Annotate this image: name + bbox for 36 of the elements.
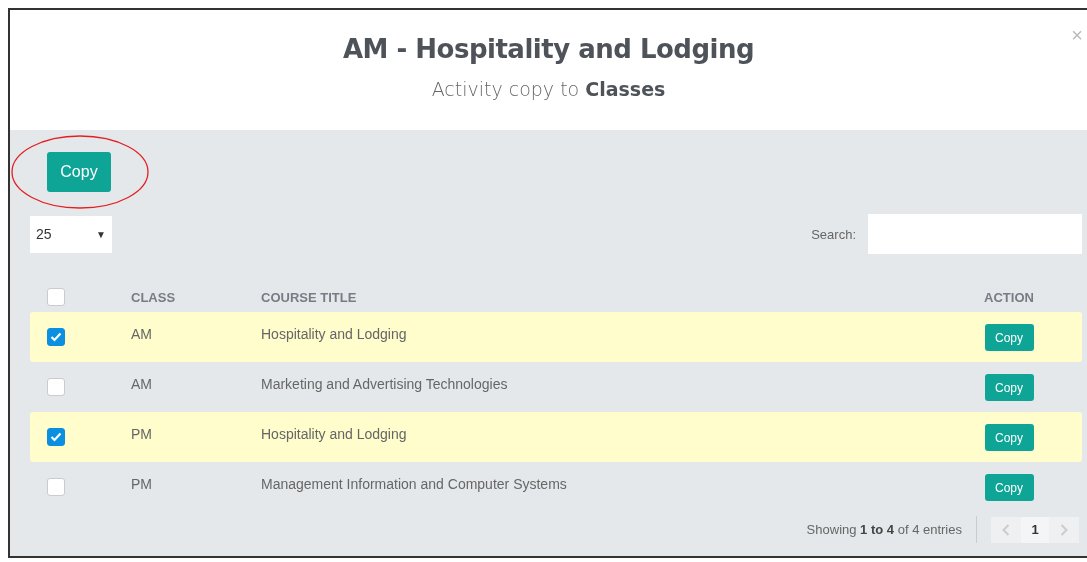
table-cell-text: PM [131,475,153,492]
page-button[interactable]: 1 [1021,516,1049,543]
modal-subtitle: Activity copy to Classes [431,78,666,100]
table-cell-text: PM [131,425,153,442]
next-page-icon[interactable] [1049,516,1079,543]
checkbox[interactable] [47,328,65,346]
search-field[interactable] [868,214,1082,254]
copy-button[interactable]: Copy [984,374,1034,401]
table-cell-text: AM [131,325,153,342]
checkbox[interactable] [47,378,65,396]
table-cell-text: Hospitality and Lodging [261,325,408,342]
table-cell-text: Hospitality and Lodging [261,425,408,442]
check-icon [50,432,62,442]
search-label: Search: [811,226,856,242]
check-icon [50,332,62,342]
table-cell-text: Management Information and Computer Systems [261,475,568,492]
table-row[interactable]: AM Marketing and Advertising Technologies Copy [30,362,1082,412]
copy-button[interactable]: Copy [984,424,1034,451]
modal-title: AM - Hospitality and Lodging [342,34,755,64]
table-row[interactable]: PM Hospitality and Lodging Copy [30,412,1082,462]
column-header: COURSE TITLE [261,289,358,305]
copy-button[interactable]: Copy [984,474,1034,501]
entries-info: Showing 1 to 4 of 4 entries [806,522,962,537]
copy-button[interactable]: Copy [984,324,1034,351]
table-row[interactable]: PM Management Information and Computer Systems Copy [30,462,1082,512]
page-size-select[interactable]: 25 ▼ [30,215,112,253]
table-cell-text: AM [131,375,153,392]
table-cell-text: Marketing and Advertising Technologies [261,375,509,392]
copy-button[interactable]: Copy [47,152,111,192]
previous-page-icon[interactable] [991,516,1021,543]
checkbox[interactable] [47,428,65,446]
table-row[interactable]: AM Hospitality and Lodging Copy [30,312,1082,362]
checkbox[interactable] [47,478,65,496]
checkbox[interactable] [47,288,65,306]
column-header: CLASS [131,289,177,305]
column-header: ACTION [983,289,1035,305]
